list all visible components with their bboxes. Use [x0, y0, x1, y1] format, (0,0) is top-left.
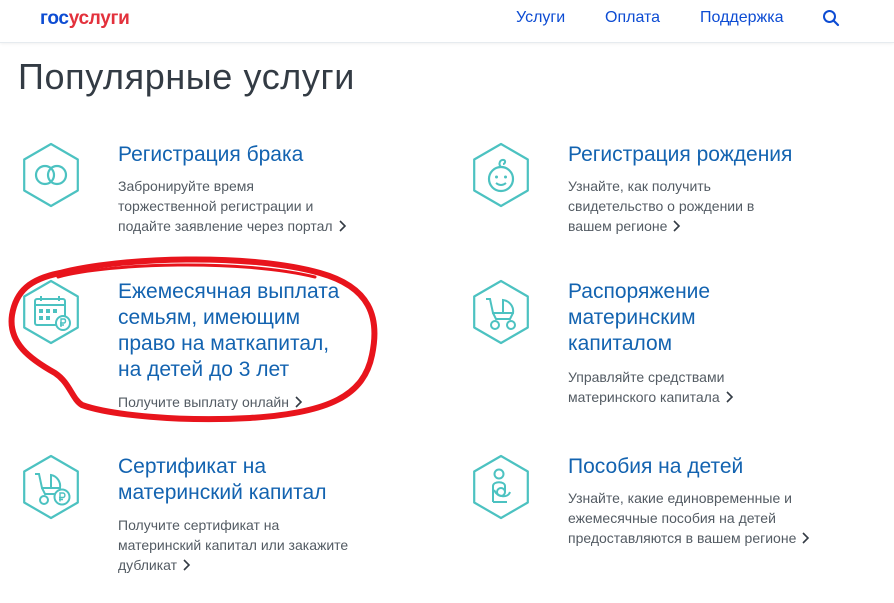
- service-card-certificate: Сертификат на материнский капитал Получи…: [18, 454, 438, 579]
- chevron-right-icon[interactable]: [337, 220, 349, 232]
- search-icon[interactable]: [822, 9, 840, 27]
- chevron-right-icon[interactable]: [293, 396, 305, 408]
- mother-child-icon: [473, 454, 529, 520]
- nav-services[interactable]: Услуги: [516, 9, 565, 27]
- nav-payment[interactable]: Оплата: [605, 9, 660, 27]
- logo-part-uslugi: услуги: [68, 8, 130, 29]
- service-card-birth: Регистрация рождения Узнайте, как получи…: [468, 142, 888, 242]
- wedding-rings-icon: [23, 142, 79, 208]
- service-description: Забронируйте время торжественной регистр…: [118, 176, 388, 236]
- service-title[interactable]: Ежемесячная выплата семьям, имеющим прав…: [118, 279, 418, 383]
- service-description: Получите сертификат на материнский капит…: [118, 517, 349, 573]
- gosuslugi-logo[interactable]: госуслуги: [40, 8, 130, 30]
- stroller-ruble-icon: [23, 454, 79, 520]
- baby-face-icon: [473, 142, 529, 208]
- page-title: Популярные услуги: [18, 56, 355, 97]
- service-title[interactable]: Сертификат на материнский капитал: [118, 454, 418, 506]
- service-card-capital-management: Распоряжение материнским капиталом Управ…: [468, 279, 888, 409]
- chevron-right-icon[interactable]: [724, 391, 736, 403]
- chevron-right-icon[interactable]: [800, 532, 812, 544]
- service-title[interactable]: Пособия на детей: [568, 454, 868, 480]
- calendar-ruble-icon: [23, 279, 79, 345]
- service-description: Получите выплату онлайн: [118, 392, 388, 412]
- nav-support[interactable]: Поддержка: [700, 9, 783, 27]
- chevron-right-icon[interactable]: [671, 220, 683, 232]
- chevron-right-icon[interactable]: [181, 559, 193, 571]
- service-title[interactable]: Регистрация брака: [118, 142, 418, 168]
- service-card-monthly-payment: Ежемесячная выплата семьям, имеющим прав…: [18, 279, 438, 414]
- service-title[interactable]: Распоряжение материнским капиталом: [568, 279, 868, 357]
- service-description: Узнайте, как получить свидетельство о ро…: [568, 178, 755, 234]
- service-description: Управляйте средствами материнского капит…: [568, 367, 838, 407]
- logo-part-gos: гос: [40, 8, 69, 29]
- stroller-icon: [473, 279, 529, 345]
- service-card-child-benefits: Пособия на детей Узнайте, какие единовре…: [468, 454, 888, 564]
- top-header: госуслуги Услуги Оплата Поддержка: [0, 0, 894, 43]
- service-description: Узнайте, какие единовременные и ежемесяч…: [568, 488, 838, 548]
- service-card-marriage: Регистрация брака Забронируйте время тор…: [18, 142, 438, 242]
- service-title[interactable]: Регистрация рождения: [568, 142, 868, 168]
